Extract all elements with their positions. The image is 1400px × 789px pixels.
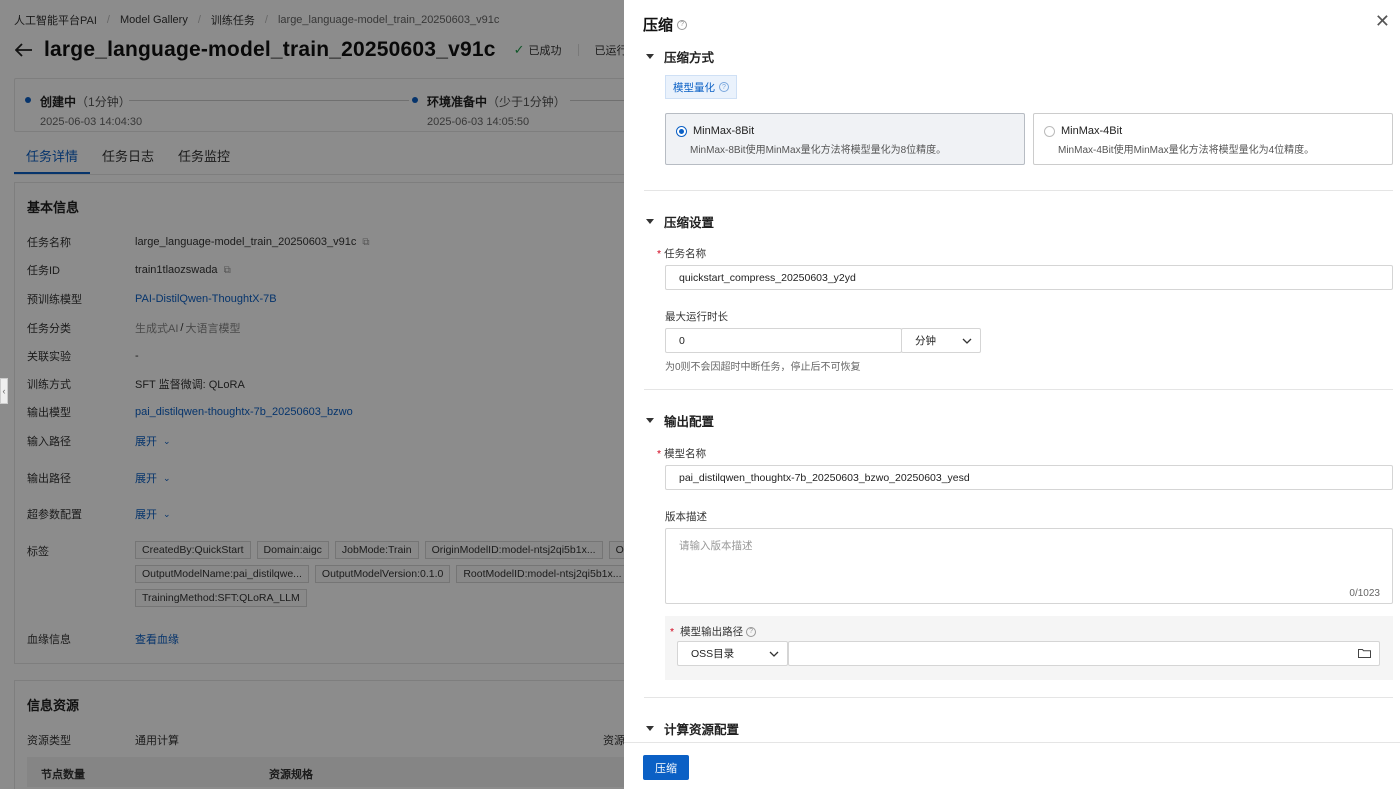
caret-down-icon [646,726,654,731]
output-path-group: * 模型输出路径 ? OSS目录 [665,616,1393,680]
drawer-title: 压缩 ? [643,14,688,35]
required-mark: * [657,448,662,460]
section-compress-settings[interactable]: 压缩设置 [646,212,714,231]
output-path-label: * 模型输出路径 ? [670,624,757,639]
option-desc: MinMax-4Bit使用MinMax量化方法将模型量化为4位精度。 [1058,145,1315,156]
drawer-title-text: 压缩 [643,17,674,34]
select-value: 分钟 [915,335,936,347]
section-title: 压缩设置 [664,216,715,230]
close-icon[interactable]: ✕ [1375,12,1390,30]
runtime-unit-select[interactable]: 分钟 [901,328,981,353]
modal-backdrop[interactable] [0,0,624,789]
model-name-input[interactable]: pai_distilqwen_thoughtx-7b_20250603_bzwo… [665,465,1393,490]
max-runtime-hint: 为0则不会因超时中断任务，停止后不可恢复 [665,362,861,373]
section-output-config[interactable]: 输出配置 [646,411,714,430]
help-icon[interactable]: ? [719,82,729,92]
option-minmax-8bit[interactable]: MinMax-8Bit MinMax-8Bit使用MinMax量化方法将模型量化… [665,113,1025,165]
required-mark: * [670,625,675,638]
section-compress-method[interactable]: 压缩方式 [646,47,714,66]
section-compute-resources[interactable]: 计算资源配置 [646,719,739,738]
caret-down-icon [646,418,654,423]
version-desc-label: 版本描述 [665,511,707,523]
folder-icon[interactable] [1358,648,1371,658]
option-title: MinMax-8Bit [693,125,755,137]
output-path-input[interactable] [788,641,1380,666]
max-runtime-input[interactable]: 0 [665,328,902,353]
collapse-handle[interactable]: ‹ [0,378,8,404]
section-title: 压缩方式 [664,51,715,65]
chevron-down-icon [962,336,972,346]
section-title: 输出配置 [664,415,715,429]
char-counter: 0/1023 [1349,588,1380,599]
section-title: 计算资源配置 [664,723,740,737]
model-name-label: * 模型名称 [657,448,707,460]
required-mark: * [657,248,662,260]
option-minmax-4bit[interactable]: MinMax-4Bit MinMax-4Bit使用MinMax量化方法将模型量化… [1033,113,1393,165]
divider [644,389,1393,390]
compress-submit-button[interactable]: 压缩 [643,755,689,780]
radio-selected[interactable] [676,126,687,137]
max-runtime-label: 最大运行时长 [665,311,728,323]
textarea-placeholder: 请输入版本描述 [679,540,753,552]
tab-label: 模型量化 [673,81,715,94]
version-desc-textarea[interactable]: 请输入版本描述 0/1023 [665,528,1393,604]
chevron-down-icon [769,649,779,659]
select-value: OSS目录 [691,648,735,660]
help-icon[interactable]: ? [677,19,688,30]
task-name-input[interactable]: quickstart_compress_20250603_y2yd [665,265,1393,290]
option-desc: MinMax-8Bit使用MinMax量化方法将模型量化为8位精度。 [690,145,947,156]
compress-drawer: 压缩 ? ✕ 压缩方式 模型量化 ? MinMax-8Bit MinMax-8B… [624,0,1400,789]
output-path-type-select[interactable]: OSS目录 [677,641,788,666]
divider [644,190,1393,191]
radio-unselected[interactable] [1044,126,1055,137]
caret-down-icon [646,219,654,224]
tab-model-quantization[interactable]: 模型量化 ? [665,75,737,99]
divider [644,697,1393,698]
option-title: MinMax-4Bit [1061,125,1123,137]
help-icon[interactable]: ? [746,626,757,637]
footer-divider [624,742,1400,743]
task-name-label: * 任务名称 [657,248,707,260]
caret-down-icon [646,54,654,59]
